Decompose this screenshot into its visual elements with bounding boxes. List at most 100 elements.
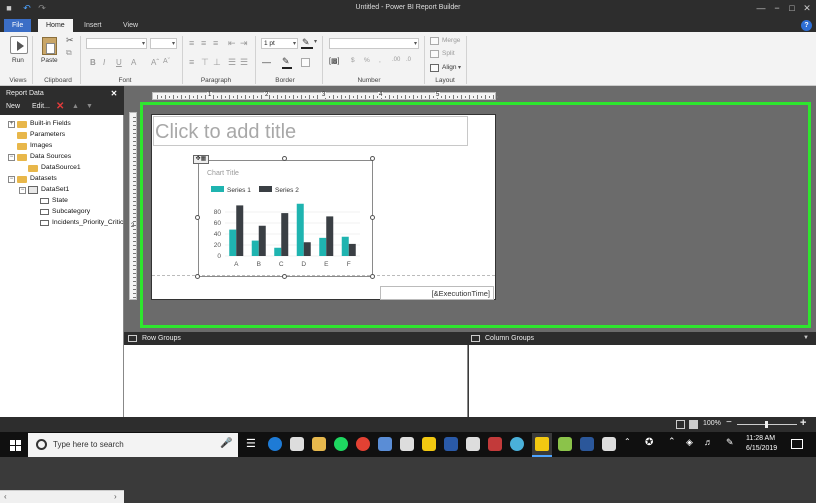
border-style-icon[interactable]: — — [262, 57, 271, 67]
app-icon[interactable] — [466, 437, 480, 451]
tree-item-dataset1[interactable]: DataSet1 — [41, 184, 69, 195]
italic-icon[interactable]: I — [103, 58, 105, 67]
increase-indent-icon[interactable]: ⇥ — [240, 38, 248, 49]
volume-icon[interactable]: ♬ — [704, 437, 713, 447]
mail-icon[interactable] — [290, 437, 304, 451]
merge-icon[interactable] — [430, 37, 439, 45]
borders-icon[interactable] — [301, 58, 310, 67]
resize-handle[interactable] — [195, 215, 200, 220]
placeholder-icon[interactable]: [▩] — [329, 57, 340, 65]
page-view-icon[interactable] — [676, 420, 685, 429]
percent-icon[interactable]: % — [364, 57, 370, 64]
paste-icon[interactable] — [42, 37, 57, 55]
resize-handle[interactable] — [282, 156, 287, 161]
decrease-indent-icon[interactable]: ⇤ — [228, 38, 236, 49]
clock-time[interactable]: 11:28 AM — [746, 435, 775, 442]
tree-item-images[interactable]: Images — [30, 140, 52, 151]
people-icon[interactable]: ✪ — [645, 437, 653, 448]
tab-insert[interactable]: Insert — [76, 19, 110, 32]
taskbar-search-box[interactable]: Type here to search 🎤 — [28, 433, 238, 457]
row-groups-pane[interactable] — [124, 345, 468, 417]
decrease-decimal-icon[interactable]: .0 — [406, 57, 411, 63]
execution-time-textbox[interactable]: [&ExecutionTime] — [380, 286, 494, 300]
tray-chevron-icon[interactable]: ⌃ — [668, 436, 676, 447]
font-color-icon[interactable]: A — [131, 58, 136, 67]
resize-handle[interactable] — [370, 156, 375, 161]
tree-item-subcategory[interactable]: Subcategory — [52, 206, 90, 217]
split-button[interactable]: Split — [442, 50, 455, 57]
scroll-left-icon[interactable]: ‹ — [4, 492, 7, 501]
comma-icon[interactable]: , — [379, 57, 381, 64]
action-center-icon[interactable] — [791, 439, 803, 449]
bullets-icon[interactable]: ☰ — [228, 57, 236, 68]
merge-button[interactable]: Merge — [442, 37, 460, 44]
ribbon-display-icon[interactable]: ― — [755, 3, 767, 14]
increase-decimal-icon[interactable]: .00 — [392, 57, 400, 63]
align-objects-icon[interactable] — [430, 64, 439, 72]
expand-icon[interactable]: + — [8, 121, 15, 128]
app-icon[interactable] — [510, 437, 524, 451]
chevron-up-icon[interactable]: ⌃ — [624, 437, 631, 446]
file-explorer-icon[interactable] — [312, 437, 326, 451]
run-icon[interactable] — [10, 36, 28, 54]
cut-icon[interactable]: ✂ — [66, 35, 74, 46]
copy-icon[interactable]: ⧉ — [66, 48, 72, 58]
bold-icon[interactable]: B — [90, 58, 96, 67]
tree-item-parameters[interactable]: Parameters — [30, 129, 65, 140]
underline-icon[interactable]: U — [116, 58, 122, 67]
resize-handle[interactable] — [195, 274, 200, 279]
zoom-in-icon[interactable]: + — [800, 417, 806, 429]
report-builder-taskbar-item[interactable] — [532, 433, 552, 457]
font-family-select[interactable]: ▾ — [86, 38, 147, 49]
collapse-icon[interactable]: − — [19, 187, 26, 194]
app-icon[interactable] — [444, 437, 458, 451]
clock-date[interactable]: 6/15/2019 — [746, 445, 777, 452]
resize-handle[interactable] — [370, 215, 375, 220]
app-icon[interactable] — [378, 437, 392, 451]
move-down-icon[interactable]: ▼ — [86, 103, 93, 110]
tab-file[interactable]: File — [4, 19, 32, 32]
spotify-icon[interactable] — [334, 437, 348, 451]
align-center-icon[interactable]: ≡ — [201, 38, 206, 48]
tree-item-datasource1[interactable]: DataSource1 — [41, 162, 81, 173]
new-button[interactable]: New — [6, 103, 20, 110]
tree-item-data-sources[interactable]: Data Sources — [30, 151, 71, 162]
network-icon[interactable]: ◈ — [686, 437, 693, 448]
pen-workspace-icon[interactable]: ✎ — [726, 437, 734, 448]
paste-button[interactable]: Paste — [41, 57, 58, 64]
report-page[interactable]: Click to add title Chart Title Series 1 Se… — [151, 114, 496, 300]
resize-handle[interactable] — [370, 274, 375, 279]
column-groups-pane[interactable] — [469, 345, 816, 417]
grow-font-icon[interactable]: Aˆ — [151, 58, 159, 67]
move-handle-icon[interactable]: ✥▦ — [193, 155, 209, 164]
align-left-icon[interactable]: ≡ — [189, 38, 194, 48]
numbering-icon[interactable]: ☰ — [240, 57, 248, 68]
justify-icon[interactable]: ≡ — [189, 57, 194, 67]
move-up-icon[interactable]: ▲ — [72, 103, 79, 110]
app-icon[interactable] — [558, 437, 572, 451]
restore-icon[interactable]: □ — [786, 3, 798, 14]
delete-icon[interactable]: ✕ — [56, 101, 64, 112]
microphone-icon[interactable]: 🎤 — [220, 438, 232, 449]
question-icon[interactable]: ? — [801, 20, 812, 31]
close-panel-icon[interactable]: ✕ — [109, 86, 119, 101]
border-width-select[interactable]: 1 pt ▾ — [261, 38, 298, 49]
split-icon[interactable] — [430, 50, 439, 58]
print-layout-icon[interactable] — [689, 420, 698, 429]
font-size-select[interactable]: ▾ — [150, 38, 177, 49]
app-icon[interactable] — [602, 437, 616, 451]
collapse-icon[interactable]: − — [8, 154, 15, 161]
tab-home[interactable]: Home — [38, 19, 73, 32]
zoom-thumb[interactable] — [765, 421, 768, 428]
resize-handle[interactable] — [282, 274, 287, 279]
align-button[interactable]: Align — [442, 64, 456, 71]
tree-item-built-in-fields[interactable]: Built-in Fields — [30, 118, 71, 129]
edge-icon[interactable] — [268, 437, 282, 451]
pen-icon[interactable]: ✎ — [282, 56, 290, 67]
edit-button[interactable]: Edit... — [32, 103, 50, 110]
minimize-icon[interactable]: − — [771, 3, 783, 14]
app-icon[interactable] — [400, 437, 414, 451]
chart-container[interactable]: Chart Title Series 1 Series 2 0 20 40 60 80 A B C D… — [198, 160, 373, 277]
tree-item-state[interactable]: State — [52, 195, 68, 206]
tree-item-incidents-priority[interactable]: Incidents_Priority_Critic — [52, 217, 124, 228]
